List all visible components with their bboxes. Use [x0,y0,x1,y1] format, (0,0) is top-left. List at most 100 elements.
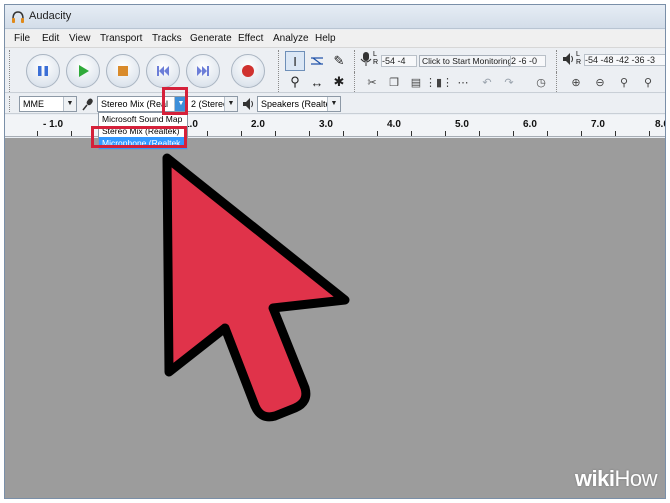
menu-effect[interactable]: Effect [238,33,263,44]
ruler-tick [547,131,548,136]
toolbar-area: I ✎ ⚲ ↔ ✱ L R -54 -4 Click to Start Moni… [5,48,665,93]
record-meter-scale-right: 2 -6 -0 [510,55,546,67]
ruler-tick [615,131,616,136]
left-channel-label: L [373,51,377,58]
window-title: Audacity [29,10,72,22]
ruler-label: 2.0 [251,119,265,130]
ruler-tick [445,131,446,136]
toolbar-grip[interactable] [9,50,12,92]
ruler-label: 5.0 [455,119,469,130]
chevron-down-icon: ▼ [63,97,76,111]
zoom-out-icon[interactable]: ⊖ [591,73,609,91]
stop-button[interactable] [106,54,140,88]
toolbar-grip[interactable] [278,50,281,92]
zoom-tool-icon[interactable]: ⚲ [285,72,305,92]
zoom-in-icon[interactable]: ⊕ [567,73,585,91]
menu-help[interactable]: Help [315,33,336,44]
ruler-tick [649,131,650,136]
record-meter-scale: -54 -4 [381,55,417,67]
menu-bar: File Edit View Transport Tracks Generate… [5,30,665,48]
fit-selection-icon[interactable]: ⚲ [615,73,633,91]
menu-view[interactable]: View [69,33,91,44]
menu-tracks[interactable]: Tracks [152,33,182,44]
ruler-tick [513,131,514,136]
audio-host-select[interactable]: MME ▼ [19,96,77,112]
ruler-tick [207,131,208,136]
ruler-label: 8.0 [655,119,665,130]
microphone-icon [82,98,93,111]
speaker-icon [243,98,253,110]
cut-icon[interactable]: ✂ [363,73,381,91]
ruler-tick [343,131,344,136]
silence-icon[interactable]: ⋯ [454,73,472,91]
ruler-tick [479,131,480,136]
ruler-tick [581,131,582,136]
watermark-how: How [614,466,657,491]
toolbar-grip[interactable] [556,72,559,92]
ruler-tick [71,131,72,136]
right-channel-label: R [576,59,582,66]
selection-tool-icon[interactable]: I [285,51,305,71]
play-icon [67,55,99,87]
recording-channels-select[interactable]: 2 (Stereo) ▼ [188,96,238,112]
skip-start-icon [147,55,179,87]
title-bar: Audacity [5,5,665,29]
time-shift-tool-icon[interactable]: ↔ [307,72,327,92]
ruler-label: 6.0 [523,119,537,130]
audacity-window: Audacity File Edit View Transport Tracks… [4,4,666,499]
trim-icon[interactable]: ⋮▮⋮ [425,73,453,91]
menu-file[interactable]: File [14,33,30,44]
skip-end-icon [187,55,219,87]
undo-icon[interactable]: ↶ [478,73,496,91]
microphone-icon [360,52,372,66]
draw-tool-icon[interactable]: ✎ [329,51,349,71]
speaker-icon [563,53,573,65]
multi-tool-icon[interactable]: ✱ [329,72,349,92]
microphone-option-highlight [91,126,187,148]
menu-generate[interactable]: Generate [190,33,232,44]
playback-device-select[interactable]: Speakers (Realte ▼ [257,96,341,112]
recording-device-value: Stereo Mix (Real [101,99,169,109]
pause-button[interactable] [26,54,60,88]
record-icon [232,55,264,87]
envelope-tool-icon[interactable] [307,51,327,71]
ruler-label: 7.0 [591,119,605,130]
device-toolbar: MME ▼ Stereo Mix (Real ▼ 2 (Stereo) ▼ Sp… [5,94,665,114]
copy-icon[interactable]: ❐ [385,73,403,91]
skip-to-start-button[interactable] [146,54,180,88]
ruler-tick [37,131,38,136]
toolbar-grip[interactable] [9,96,12,112]
toolbar-grip[interactable] [354,72,357,92]
ruler-tick [275,131,276,136]
menu-transport[interactable]: Transport [100,33,142,44]
right-channel-label: R [373,59,379,66]
ruler-label: - 1.0 [43,119,64,130]
sync-lock-icon[interactable]: ◷ [532,73,550,91]
ruler-label: 3.0 [319,119,333,130]
playback-device-value: Speakers (Realte [261,99,331,109]
start-monitoring-tooltip[interactable]: Click to Start Monitoring [419,55,516,67]
left-channel-label: L [576,51,580,58]
pointer-arrow-icon [162,153,350,422]
chevron-down-icon: ▼ [327,97,340,111]
play-button[interactable] [66,54,100,88]
audacity-logo-icon [12,11,24,23]
stop-icon [107,55,139,87]
redo-icon[interactable]: ↷ [500,73,518,91]
ruler-tick [411,131,412,136]
ruler-label: 4.0 [387,119,401,130]
skip-to-end-button[interactable] [186,54,220,88]
menu-analyze[interactable]: Analyze [273,33,309,44]
menu-edit[interactable]: Edit [42,33,59,44]
record-button[interactable] [231,54,265,88]
dropdown-arrow-highlight [162,87,188,115]
audio-host-value: MME [23,99,44,109]
fit-project-icon[interactable]: ⚲ [639,73,657,91]
ruler-tick [309,131,310,136]
ruler-tick [241,131,242,136]
wikihow-watermark: wikiHow [575,466,658,492]
ruler-tick [377,131,378,136]
playback-meter-scale: -54 -48 -42 -36 -3 [584,54,665,66]
paste-icon[interactable]: ▤ [407,73,425,91]
pause-icon [27,55,59,87]
